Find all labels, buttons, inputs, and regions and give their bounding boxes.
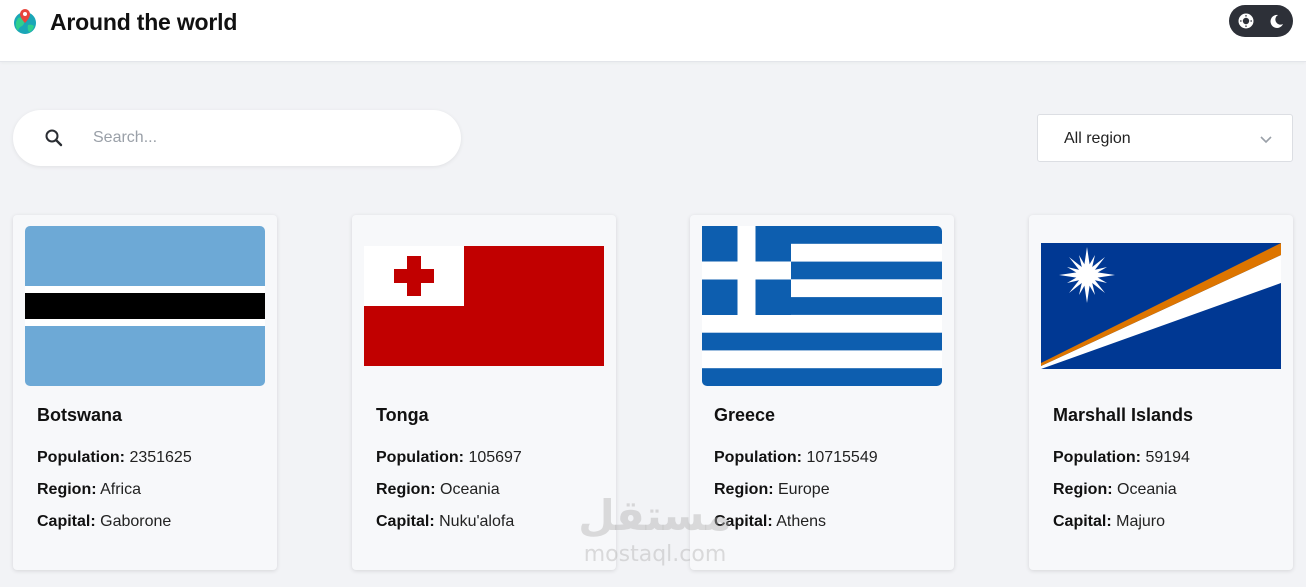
app-header: Around the world [0,0,1306,62]
population-stat: Population: 10715549 [714,449,878,466]
capital-stat: Capital: Athens [714,513,827,530]
region-stat: Region: Oceania [1053,481,1177,498]
globe-pin-icon [12,8,38,36]
tonga-flag [364,226,604,386]
country-name: Tonga [376,405,429,425]
capital-stat: Capital: Nuku'alofa [376,513,515,530]
region-stat: Region: Europe [714,481,830,498]
chevron-down-icon [1258,131,1274,147]
region-stat: Region: Oceania [376,481,500,498]
app-title: Around the world [50,9,238,35]
country-card-marshall-islands[interactable]: Marshall Islands Population: 59194 Regio… [1029,215,1293,570]
search-icon [44,128,64,148]
country-name: Greece [714,405,776,425]
population-stat: Population: 59194 [1053,449,1190,466]
region-stat: Region: Africa [37,481,142,498]
moon-icon[interactable] [1267,12,1285,30]
population-stat: Population: 105697 [376,449,522,466]
search-bar[interactable] [13,110,461,166]
population-stat: Population: 2351625 [37,449,192,466]
capital-stat: Capital: Majuro [1053,513,1166,530]
botswana-flag [25,226,265,386]
region-filter-value: All region [1064,130,1131,147]
sun-icon[interactable] [1237,12,1255,30]
theme-toggle[interactable] [1229,5,1293,37]
greece-flag [702,226,942,386]
country-name: Marshall Islands [1053,405,1194,425]
capital-stat: Capital: Gaborone [37,513,172,530]
country-card-greece[interactable]: Greece Population: 10715549 Region: Euro… [690,215,954,570]
marshall-islands-flag [1041,226,1281,386]
country-card-botswana[interactable]: Botswana Population: 2351625 Region: Afr… [13,215,277,570]
country-card-tonga[interactable]: Tonga Population: 105697 Region: Oceania… [352,215,616,570]
country-name: Botswana [37,405,123,425]
search-input[interactable] [93,120,433,156]
region-filter-select[interactable]: All region [1037,114,1293,162]
